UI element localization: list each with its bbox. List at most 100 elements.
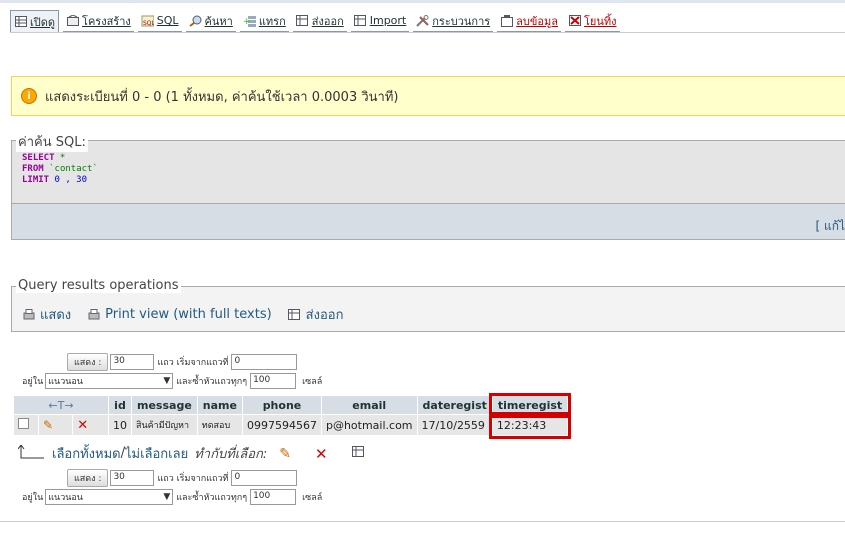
column-header-name[interactable]: name	[196, 395, 243, 415]
cell-timeregist: 12:23:43	[489, 411, 571, 439]
search-icon	[188, 14, 202, 27]
repeat-headers-input[interactable]: 100	[250, 489, 297, 505]
start-row-input[interactable]: 0	[231, 470, 298, 486]
column-header-email[interactable]: email	[320, 395, 418, 415]
display-mode-select[interactable]: แนวนอน ▼	[45, 373, 174, 389]
column-header-dateregist[interactable]: dateregist	[416, 395, 493, 415]
tab-browse[interactable]: เปิดดู	[10, 10, 60, 32]
export-link[interactable]: ส่งออก	[287, 304, 343, 325]
sql-icon: SQL	[141, 14, 154, 27]
tab-structure[interactable]: โครงสร้าง	[63, 10, 134, 32]
bottom-divider	[0, 521, 845, 522]
sql-text: *	[54, 153, 66, 163]
pencil-icon[interactable]: ✎	[43, 418, 53, 432]
show-link[interactable]: แสดง	[22, 304, 71, 325]
cell-email: p@hotmail.com	[320, 414, 418, 436]
delete-cell: ✕	[72, 414, 109, 436]
structure-icon	[66, 14, 79, 27]
row-checkbox[interactable]	[18, 418, 29, 429]
export-icon	[296, 14, 309, 27]
column-header-timeregist[interactable]: timeregist	[489, 392, 571, 418]
tab-empty[interactable]: ลบข้อมูล	[497, 10, 561, 32]
sql-keyword: SELECT	[22, 153, 55, 163]
export-icon[interactable]	[351, 446, 364, 461]
import-icon	[354, 14, 367, 27]
drop-icon	[568, 14, 581, 27]
rows-label: แถว เริ่มจากแถวที่	[157, 474, 229, 484]
nav-row-top-2: อยู่ใน แนวนอน ▼ และซ้ำหัวแถวทุกๆ 100 เซลล…	[22, 373, 322, 389]
mode-prefix: อยู่ใน	[22, 493, 44, 503]
tab-operations[interactable]: กระบวนการ	[413, 10, 494, 32]
tab-insert[interactable]: + แทรก	[239, 10, 289, 32]
tab-bar: เปิดดู โครงสร้าง SQL SQL ค้นหา + แทรก ส่…	[10, 6, 624, 32]
deselect-all-link[interactable]: ไม่เลือกเลย	[125, 443, 188, 464]
chevron-down-icon: ▼	[163, 492, 171, 502]
sql-query-box	[11, 140, 845, 204]
tab-label: โยนทิ้ง	[584, 14, 617, 28]
display-mode-value: แนวนอน	[48, 493, 83, 503]
cell-dateregist: 17/10/2559	[416, 414, 493, 436]
tab-label: Import	[369, 14, 407, 27]
svg-text:+: +	[243, 17, 251, 27]
table-row: ✎ ✕ 10 สินค้ามีปัญหา ทดสอบ 0997594567 p@…	[13, 411, 571, 439]
arrow-left-up-icon	[17, 443, 44, 463]
sql-keyword: LIMIT	[22, 175, 50, 185]
nav-row-bottom-2: อยู่ใน แนวนอน ▼ และซ้ำหัวแถวทุกๆ 100 เซลล…	[22, 489, 322, 505]
column-header-id[interactable]: id	[108, 395, 132, 415]
edit-query-link[interactable]: [ แก้ไ	[815, 217, 845, 236]
print-view-label: Print view (with full texts)	[105, 307, 272, 322]
rows-input[interactable]: 30	[110, 470, 155, 486]
sql-code[interactable]: SELECT * FROM `contact` LIMIT 0 , 30	[22, 153, 98, 186]
column-header-phone[interactable]: phone	[241, 395, 322, 415]
tab-drop[interactable]: โยนทิ้ง	[565, 10, 620, 32]
cell-phone: 0997594567	[241, 414, 322, 436]
display-mode-select[interactable]: แนวนอน ▼	[45, 489, 174, 505]
top-border	[0, 0, 845, 3]
show-rows-button[interactable]: แสดง :	[67, 469, 109, 487]
svg-text:SQL: SQL	[143, 20, 154, 27]
sql-text: 0 , 30	[49, 175, 88, 185]
tab-label: SQL	[156, 14, 179, 27]
nav-row-bottom-1: แสดง : 30 แถว เริ่มจากแถวที่ 0	[67, 469, 298, 487]
repeat-label: และซ้ำหัวแถวทุกๆ	[176, 377, 248, 387]
delete-icon[interactable]: ✕	[77, 418, 88, 433]
rows-input[interactable]: 30	[110, 354, 155, 370]
select-all-link[interactable]: เลือกทั้งหมด	[52, 443, 121, 464]
sql-legend: ค่าค้น SQL:	[16, 131, 88, 152]
cell-id: 10	[108, 414, 132, 436]
sort-arrows[interactable]: ←T→	[13, 395, 109, 415]
print-view-link[interactable]: Print view (with full texts)	[87, 307, 272, 322]
bulk-actions: เลือกทั้งหมด / ไม่เลือกเลย ทำกับที่เลือก…	[17, 443, 364, 464]
query-ops-row: แสดง Print view (with full texts) ส่งออก	[22, 304, 359, 325]
mode-prefix: อยู่ใน	[22, 377, 44, 387]
tab-label: ลบข้อมูล	[516, 14, 558, 28]
tab-import[interactable]: Import	[350, 10, 410, 32]
cell-name: ทดสอบ	[196, 414, 243, 436]
cells-label: เซลล์	[302, 377, 323, 387]
print-icon	[22, 308, 36, 321]
tab-label: แทรก	[258, 14, 286, 28]
tab-label: โครงสร้าง	[82, 14, 131, 28]
pencil-icon[interactable]: ✎	[279, 446, 291, 462]
sql-keyword: FROM	[22, 164, 44, 174]
tab-search[interactable]: ค้นหา	[185, 10, 236, 32]
tab-export[interactable]: ส่งออก	[292, 10, 347, 32]
column-header-message[interactable]: message	[131, 395, 198, 415]
rows-label: แถว เริ่มจากแถวที่	[157, 358, 229, 368]
notice-text: แสดงระเบียนที่ 0 - 0 (1 ทั้งหมด, ค่าค้นใ…	[45, 89, 399, 105]
tab-sql[interactable]: SQL SQL	[137, 10, 182, 32]
nav-row-top-1: แสดง : 30 แถว เริ่มจากแถวที่ 0	[67, 353, 298, 371]
delete-icon[interactable]: ✕	[315, 445, 328, 463]
tab-label: เปิดดู	[30, 15, 56, 29]
repeat-headers-input[interactable]: 100	[250, 373, 297, 389]
show-rows-button[interactable]: แสดง :	[67, 353, 109, 371]
browse-icon	[14, 15, 27, 28]
row-checkbox-cell	[13, 414, 39, 436]
operations-icon	[416, 14, 429, 27]
start-row-input[interactable]: 0	[231, 354, 298, 370]
show-label: แสดง	[40, 308, 72, 323]
repeat-label: และซ้ำหัวแถวทุกๆ	[176, 493, 248, 503]
tab-label: ค้นหา	[204, 14, 233, 28]
tabs-divider	[10, 32, 845, 33]
empty-icon	[500, 14, 513, 27]
